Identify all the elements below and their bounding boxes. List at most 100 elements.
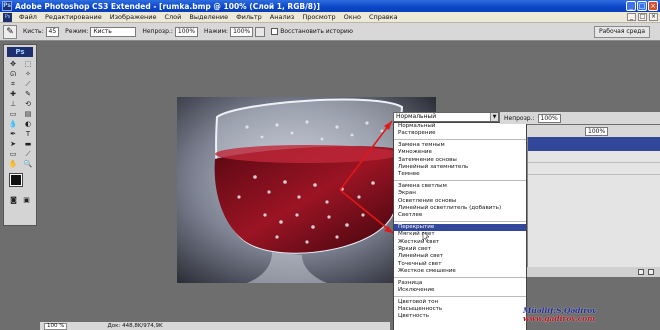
layers-fill-input[interactable]: 100%	[585, 126, 609, 136]
shape-tool-icon[interactable]: ▬	[21, 140, 35, 149]
blur-tool-icon[interactable]: 💧	[6, 120, 20, 129]
blend-option[interactable]: Экран	[394, 190, 526, 197]
layers-panel-footer	[527, 267, 660, 277]
blend-option[interactable]: Исключение	[394, 287, 526, 294]
blend-option[interactable]: Линейный затемнитель	[394, 164, 526, 171]
maximize-button[interactable]: □	[637, 1, 647, 11]
blend-option[interactable]: Мягкий свет	[394, 231, 526, 238]
hand-tool-icon[interactable]: ✋	[6, 160, 20, 169]
notes-tool-icon[interactable]: ▭	[6, 150, 20, 159]
layers-fill-row: 100%	[527, 125, 660, 137]
menu-file[interactable]: Файл	[15, 13, 41, 21]
flow-input[interactable]: 100%	[230, 26, 254, 37]
title-bar: Ps Adobe Photoshop CS3 Extended - [rumka…	[0, 0, 660, 12]
close-button[interactable]: ×	[648, 1, 658, 11]
trash-icon[interactable]	[648, 269, 654, 275]
pen-tool-icon[interactable]: ✒	[6, 130, 20, 139]
type-tool-icon[interactable]: T	[21, 130, 35, 139]
blend-option[interactable]: Осветление основы	[394, 198, 526, 205]
restore-history-label: Восстановить историю	[280, 28, 353, 35]
blend-option[interactable]: Темнее	[394, 171, 526, 178]
brush-label: Кисть:	[23, 28, 44, 35]
blend-option[interactable]: Жесткое смешение	[394, 268, 526, 275]
healing-brush-icon[interactable]: ✚	[6, 90, 20, 99]
opacity-input[interactable]: 100%	[174, 26, 199, 37]
photoshop-logo: Ps	[7, 47, 33, 57]
menu-analysis[interactable]: Анализ	[266, 13, 299, 21]
menu-view[interactable]: Просмотр	[298, 13, 339, 21]
blend-mode-select[interactable]: Нормальный ▼	[393, 112, 499, 122]
lasso-tool-icon[interactable]: ᘏ	[6, 70, 20, 79]
workspace-button[interactable]: Рабочая среда	[593, 26, 650, 38]
blend-option[interactable]: Светлее	[394, 212, 526, 219]
menu-help[interactable]: Справка	[365, 13, 402, 21]
window-title: Adobe Photoshop CS3 Extended - [rumka.bm…	[15, 1, 320, 11]
window-controls: _ □ ×	[626, 1, 658, 11]
chevron-down-icon[interactable]: ▼	[490, 113, 498, 121]
eraser-tool-icon[interactable]: ▭	[6, 110, 20, 119]
layer-row-selected[interactable]	[528, 137, 660, 151]
brush-tool-icon[interactable]: ✎	[21, 90, 35, 99]
gradient-tool-icon[interactable]: ▤	[21, 110, 35, 119]
doc-close-button[interactable]: ×	[649, 13, 658, 21]
layer-row[interactable]	[528, 163, 660, 175]
opacity-control: Непрозр.: 100%	[142, 26, 199, 37]
menu-layer[interactable]: Слой	[160, 13, 185, 21]
blend-option[interactable]: Замена темным	[394, 142, 526, 149]
menu-window[interactable]: Окно	[340, 13, 365, 21]
blend-option[interactable]: Замена светлым	[394, 183, 526, 190]
slice-tool-icon[interactable]: ⟋	[21, 80, 35, 89]
magic-wand-icon[interactable]: ✧	[21, 70, 35, 79]
layers-opacity-input[interactable]: 100%	[537, 113, 561, 123]
document-icon: Ps	[3, 12, 12, 22]
history-brush-icon[interactable]: ✎	[3, 24, 17, 39]
zoom-tool-icon[interactable]: 🔍	[21, 160, 35, 169]
blend-option[interactable]: Точечный свет	[394, 261, 526, 268]
blend-option[interactable]: Жесткий свет	[394, 239, 526, 246]
menu-filter[interactable]: Фильтр	[232, 13, 266, 21]
path-select-icon[interactable]: ➤	[6, 140, 20, 149]
zoom-field[interactable]: 100 %	[44, 322, 68, 330]
doc-minimize-button[interactable]: _	[627, 13, 636, 21]
airbrush-icon[interactable]	[255, 26, 266, 37]
blend-option[interactable]: Линейный осветлитель (добавить)	[394, 205, 526, 212]
blend-option[interactable]: Цветовой тон	[394, 299, 526, 306]
blend-mode-list: Нормальный Растворение Замена темным Умн…	[393, 122, 527, 330]
restore-history-checkbox[interactable]	[271, 28, 279, 35]
quick-mask-icon[interactable]: ◙	[8, 196, 19, 205]
blend-option[interactable]: Линейный свет	[394, 253, 526, 260]
tools-panel: Ps ✥ ⬚ ᘏ ✧ ⌗ ⟋ ✚ ✎ ⊥ ⟲ ▭ ▤ 💧 ◐ ✒ T ➤ ▬ ▭…	[3, 44, 37, 226]
history-control: Восстановить историю	[271, 28, 353, 35]
blend-option[interactable]: Затемнение основы	[394, 157, 526, 164]
crop-tool-icon[interactable]: ⌗	[6, 80, 20, 89]
document-window-controls: _ □ ×	[627, 13, 658, 21]
minimize-button[interactable]: _	[626, 1, 636, 11]
menu-edit[interactable]: Редактирование	[41, 13, 106, 21]
eyedropper-icon[interactable]: ⟋	[21, 150, 35, 159]
mode-control: Режим: Кисть	[65, 26, 137, 37]
options-bar: ✎ Кисть: 45 Режим: Кисть Непрозр.: 100% …	[0, 23, 660, 41]
new-layer-icon[interactable]	[638, 269, 644, 275]
history-brush-tool-icon[interactable]: ⟲	[21, 100, 35, 109]
blend-option[interactable]: Умножение	[394, 149, 526, 156]
screen-mode-icon[interactable]: ▣	[21, 196, 32, 205]
stamp-tool-icon[interactable]: ⊥	[6, 100, 20, 109]
marquee-tool-icon[interactable]: ⬚	[21, 60, 35, 69]
blend-option[interactable]: Нормальный	[394, 123, 526, 130]
layer-row[interactable]	[528, 151, 660, 163]
blend-option[interactable]: Разница	[394, 280, 526, 287]
menu-image[interactable]: Изображение	[106, 13, 161, 21]
menu-select[interactable]: Выделение	[185, 13, 232, 21]
blend-option[interactable]: Цветность	[394, 313, 526, 320]
blend-option[interactable]: Насыщенность	[394, 306, 526, 313]
foreground-color-swatch[interactable]	[9, 173, 23, 187]
dodge-tool-icon[interactable]: ◐	[21, 120, 35, 129]
blend-option[interactable]: Растворение	[394, 130, 526, 137]
brush-size[interactable]: 45	[45, 26, 60, 37]
move-tool-icon[interactable]: ✥	[6, 60, 20, 69]
brush-picker[interactable]: Кисть: 45	[23, 26, 60, 37]
doc-restore-button[interactable]: □	[638, 13, 647, 21]
color-swatches	[4, 172, 36, 194]
mode-label: Режим:	[65, 28, 89, 35]
mode-select[interactable]: Кисть	[90, 26, 137, 37]
